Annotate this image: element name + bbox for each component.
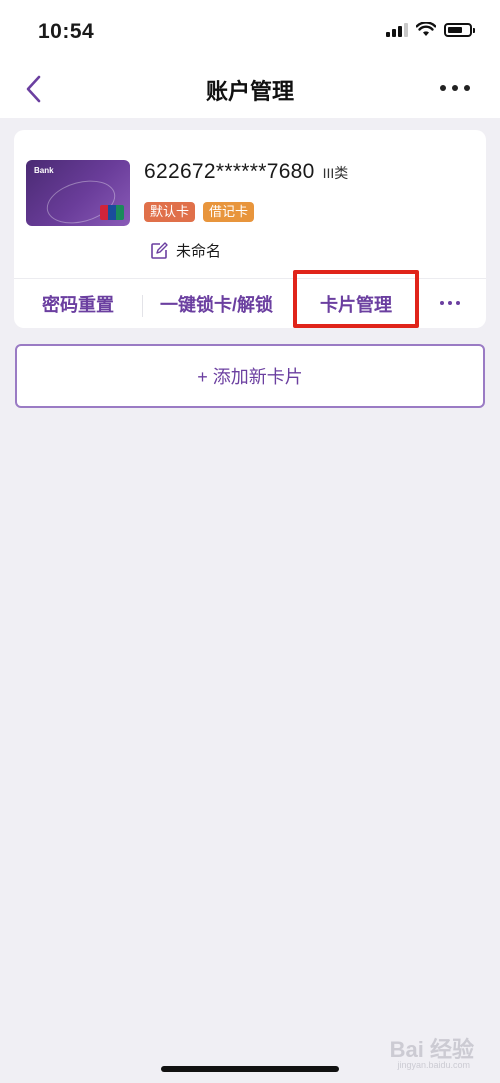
card-tags: 默认卡 借记卡 — [144, 202, 255, 222]
status-bar: 10:54 — [0, 0, 500, 60]
edit-nickname-button[interactable]: 未命名 — [150, 240, 221, 261]
battery-icon — [444, 22, 475, 37]
more-button[interactable] — [440, 78, 476, 98]
more-actions-button[interactable] — [440, 301, 460, 305]
card-number: 622672******7680 — [144, 160, 315, 183]
home-indicator — [161, 1066, 339, 1072]
lock-unlock-button[interactable]: 一键锁卡/解锁 — [160, 291, 273, 317]
default-card-badge: 默认卡 — [144, 202, 196, 222]
wifi-icon — [416, 22, 436, 36]
more-dot — [452, 85, 458, 91]
status-time: 10:54 — [38, 20, 95, 43]
bank-card-image[interactable]: Bank — [26, 160, 130, 226]
card-nickname: 未命名 — [176, 243, 222, 260]
more-dot — [440, 301, 444, 305]
card-class-label: III类 — [322, 165, 349, 181]
status-icons — [386, 22, 475, 37]
more-dot — [448, 301, 452, 305]
more-dot — [440, 85, 446, 91]
nav-bar: 账户管理 — [0, 60, 500, 118]
reset-password-button[interactable]: 密码重置 — [42, 291, 114, 317]
more-dot — [456, 301, 460, 305]
page-title: 账户管理 — [205, 79, 294, 104]
watermark-url: jingyan.baidu.com — [397, 1060, 470, 1070]
debit-card-badge: 借记卡 — [203, 202, 255, 222]
card-management-button[interactable]: 卡片管理 — [320, 291, 392, 317]
more-dot — [464, 85, 470, 91]
divider — [142, 295, 143, 317]
card-panel: Bank 622672******7680 III类 默认卡 借记卡 未命名 密… — [14, 130, 486, 328]
edit-icon — [151, 241, 168, 259]
unionpay-logo-icon — [100, 205, 124, 220]
top-area: 10:54 账户管理 — [0, 0, 500, 118]
card-actions-bar: 密码重置 一键锁卡/解锁 卡片管理 — [14, 278, 486, 328]
card-number-row: 622672******7680 III类 — [144, 160, 348, 184]
add-new-card-button[interactable]: + 添加新卡片 — [15, 344, 485, 408]
cellular-signal-icon — [386, 22, 408, 37]
card-logo: Bank — [34, 166, 54, 175]
